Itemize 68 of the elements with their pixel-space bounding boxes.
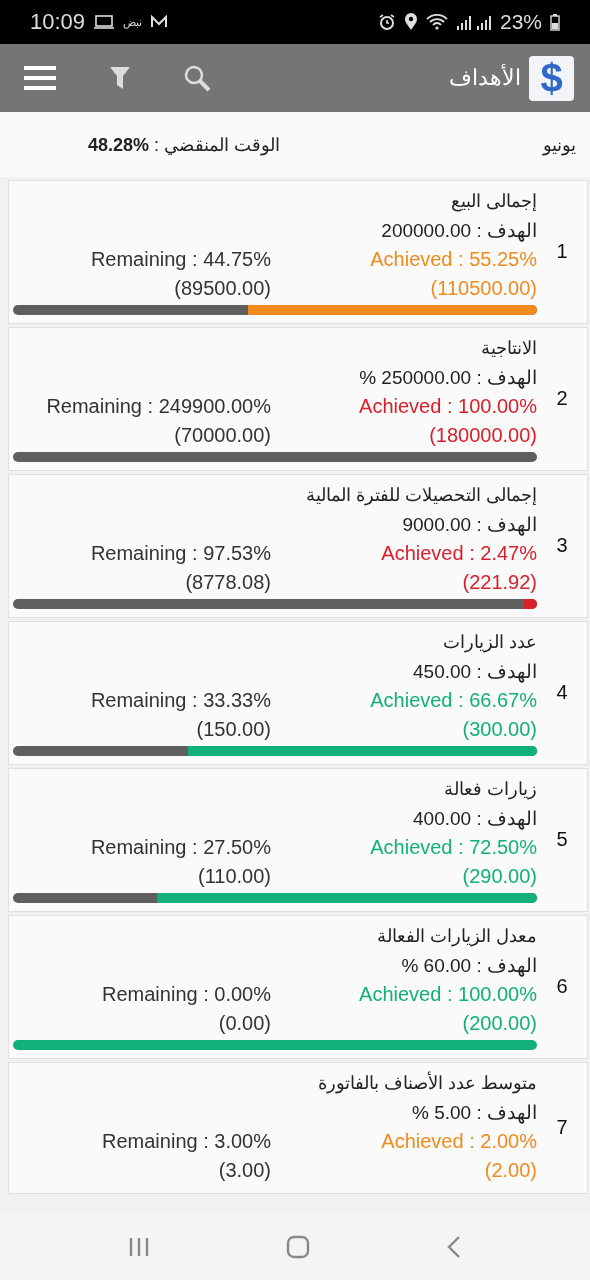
remaining-percent: Remaining : 249900.00% <box>45 394 271 419</box>
achieved-percent: Achieved : 55.25% <box>369 247 537 272</box>
goal-target: الهدف : 60.00 % <box>401 954 537 979</box>
achieved-percent: Achieved : 100.00% <box>358 982 537 1007</box>
goal-target: الهدف : 450.00 <box>413 660 537 685</box>
goal-title: إجمالى البيع <box>451 190 537 214</box>
remaining-amount: (150.00) <box>195 717 271 742</box>
remaining-amount: (89500.00) <box>173 276 271 301</box>
achieved-amount: (290.00) <box>461 864 537 889</box>
goal-title: عدد الزيارات <box>443 631 537 655</box>
goal-title: إجمالى التحصيلات للفترة المالية <box>306 484 537 508</box>
clock-time: 10:09 <box>30 9 86 35</box>
remaining-percent: Remaining : 0.00% <box>101 982 271 1007</box>
remaining-percent: Remaining : 3.00% <box>101 1129 271 1154</box>
goal-number: 4 <box>555 680 569 704</box>
achieved-amount: (300.00) <box>461 717 537 742</box>
goal-target: الهدف : 9000.00 <box>402 513 537 538</box>
remaining-percent: Remaining : 44.75% <box>89 247 271 272</box>
month-label: يونيو <box>541 133 576 156</box>
remaining-percent: Remaining : 27.50% <box>89 835 271 860</box>
goal-title: معدل الزيارات الفعالة <box>377 925 537 949</box>
remaining-percent: Remaining : 33.33% <box>89 688 271 713</box>
goal-number: 2 <box>555 386 569 410</box>
app-logo: $ <box>529 55 574 101</box>
goal-target: الهدف : 200000.00 <box>381 219 537 244</box>
home-icon[interactable] <box>286 1235 310 1259</box>
achieved-amount: (2.00) <box>483 1158 537 1183</box>
recent-apps-icon[interactable] <box>128 1236 150 1258</box>
notification-text: نبض <box>123 15 143 29</box>
goal-title: الانتاجية <box>481 337 537 360</box>
achieved-amount: (180000.00) <box>428 423 537 448</box>
goal-title: زيارات فعالة <box>444 778 537 802</box>
remaining-percent: Remaining : 97.53% <box>89 541 271 566</box>
goal-target: الهدف : 5.00 % <box>412 1101 537 1126</box>
goal-number: 7 <box>555 1115 569 1139</box>
achieved-percent: Achieved : 100.00% <box>358 394 537 419</box>
remaining-amount: (70000.00) <box>173 423 271 448</box>
app-title: الأهداف <box>449 65 521 91</box>
achieved-amount: (110500.00) <box>429 276 537 301</box>
goal-title: متوسط عدد الأصناف بالفاتورة <box>318 1070 537 1096</box>
achieved-percent: Achieved : 66.67% <box>369 688 537 713</box>
signal-icon <box>455 13 492 31</box>
goal-number: 1 <box>555 239 569 263</box>
battery-icon <box>550 13 560 31</box>
remaining-amount: (8778.08) <box>184 570 271 595</box>
achieved-percent: Achieved : 2.47% <box>380 541 537 566</box>
laptop-icon <box>93 14 116 30</box>
battery-percent: 23% <box>499 10 542 34</box>
achieved-amount: (221.92) <box>461 570 537 595</box>
goal-target: الهدف : 250000.00 % <box>359 366 537 391</box>
wifi-icon <box>425 13 448 31</box>
goal-number: 3 <box>555 533 569 557</box>
search-icon[interactable] <box>183 64 211 92</box>
achieved-percent: Achieved : 72.50% <box>369 835 537 860</box>
remaining-amount: (3.00) <box>217 1158 271 1183</box>
goal-target: الهدف : 400.00 <box>413 807 537 832</box>
menu-icon[interactable] <box>23 65 57 91</box>
mail-icon <box>150 15 169 29</box>
alarm-icon <box>377 13 396 31</box>
goal-number: 6 <box>555 974 569 998</box>
remaining-amount: (0.00) <box>217 1011 271 1036</box>
remaining-amount: (110.00) <box>197 864 271 889</box>
goal-number: 5 <box>555 827 569 851</box>
back-icon[interactable] <box>446 1235 462 1259</box>
filter-icon[interactable] <box>109 66 131 90</box>
location-icon <box>403 13 418 31</box>
achieved-amount: (200.00) <box>461 1011 537 1036</box>
achieved-percent: Achieved : 2.00% <box>380 1129 537 1154</box>
